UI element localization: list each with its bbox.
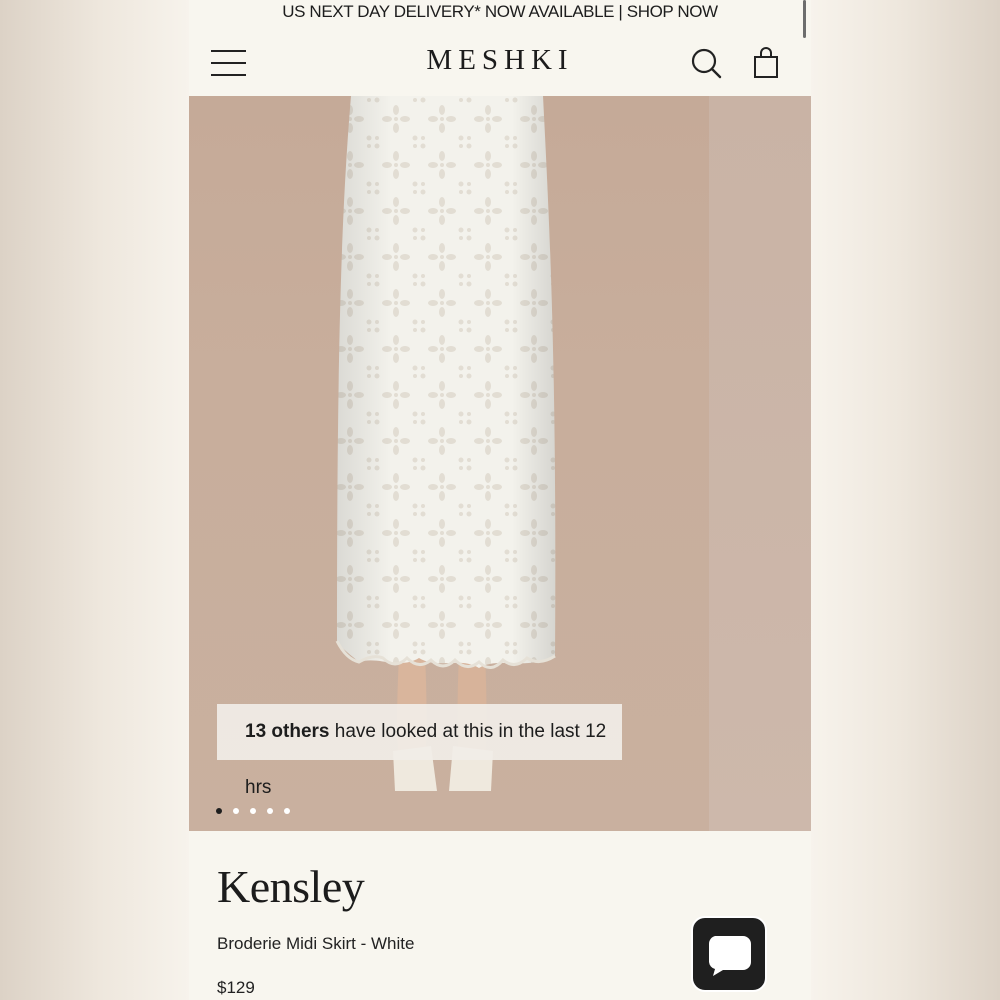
carousel-dot[interactable]: [250, 808, 256, 814]
carousel-dot[interactable]: [233, 808, 239, 814]
carousel-dots: [216, 801, 301, 814]
mobile-page: US NEXT DAY DELIVERY* NOW AVAILABLE | SH…: [189, 0, 811, 1000]
site-header: MESHKI: [189, 26, 811, 96]
product-price: $129: [217, 978, 255, 997]
chat-bubble-icon[interactable]: [691, 916, 767, 992]
viewer-count: 13 others: [245, 721, 330, 742]
next-product-photo[interactable]: [709, 96, 811, 831]
shopping-bag-icon[interactable]: [750, 46, 782, 80]
search-icon[interactable]: [689, 46, 723, 80]
promo-banner[interactable]: US NEXT DAY DELIVERY* NOW AVAILABLE | SH…: [189, 0, 811, 26]
carousel-dot[interactable]: [267, 808, 273, 814]
carousel-dot[interactable]: [284, 808, 290, 814]
carousel-dot[interactable]: [216, 808, 222, 814]
product-image-gallery[interactable]: 13 others have looked at this in the las…: [189, 96, 811, 831]
product-subtitle: Broderie Midi Skirt - White: [217, 934, 415, 953]
product-title: Kensley: [217, 861, 365, 912]
recent-views-badge: 13 others have looked at this in the las…: [217, 704, 622, 798]
